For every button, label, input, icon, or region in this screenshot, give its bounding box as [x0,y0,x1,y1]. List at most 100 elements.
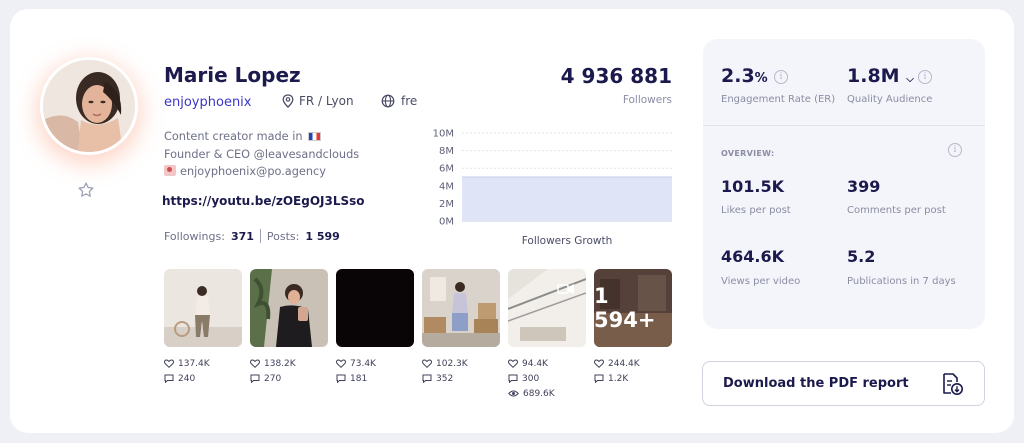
post-likes: 73.4K [336,356,414,371]
post-thumbnail[interactable] [336,269,414,347]
location-pin-icon [282,94,294,108]
quality-info-icon[interactable]: i [918,70,932,84]
metrics-panel: 2.3% i Engagement Rate (ER) 1.8M ⌵ i Qua… [703,39,985,329]
post-card[interactable]: 73.4K 181 [336,269,414,386]
comments-per-post-value: 399 [847,177,881,196]
quality-audience-label: Quality Audience [847,94,933,105]
y-tick-label: 8M [439,146,454,157]
divider [259,229,261,243]
post-card[interactable]: 137.4K 240 [164,269,242,386]
post-card[interactable]: 1 594+ 244.4K 1.2K [594,269,672,386]
publications-value: 5.2 [847,247,876,266]
post-comments-value: 300 [522,373,540,384]
post-thumbnail[interactable] [422,269,500,347]
post-likes-value: 137.4K [178,358,210,369]
followers-growth-chart: 10M 8M 6M 4M 2M 0M [433,129,672,228]
chevron-down-icon[interactable]: ⌵ [906,74,914,85]
post-card[interactable]: 94.4K 300 689.6K [508,269,586,401]
language: fre [381,94,417,108]
heart-icon [336,359,346,368]
y-tick-label: 10M [433,129,454,140]
er-info-icon[interactable]: i [774,70,788,84]
post-thumbnail[interactable] [250,269,328,347]
bio: Content creator made in Founder & CEO @l… [164,128,359,181]
heart-icon [594,359,604,368]
post-views-value: 689.6K [523,388,555,399]
comment-icon [164,374,174,383]
bio-line-1: Content creator made in [164,130,303,143]
bio-line-2: Founder & CEO @leavesandclouds [164,147,360,161]
engagement-rate-label: Engagement Rate (ER) [721,94,836,105]
download-label: Download the PDF report [723,376,909,391]
bio-line-3: enjoyphoenix@po.agency [180,165,326,178]
mailbox-icon [164,165,176,176]
eye-icon [508,390,519,397]
post-comments-value: 352 [436,373,454,384]
post-thumbnail[interactable] [508,269,586,347]
more-posts-overlay[interactable]: 1 594+ [594,269,672,347]
heart-icon [422,359,432,368]
download-pdf-button[interactable]: Download the PDF report [702,361,985,406]
profile-handle[interactable]: enjoyphoenix [164,95,251,110]
post-likes: 94.4K [508,356,586,371]
post-comments: 352 [422,371,500,386]
favorite-star-icon[interactable] [77,181,95,199]
post-comments-value: 270 [264,373,282,384]
avatar[interactable] [40,57,138,155]
likes-per-post-label: Likes per post [721,205,791,216]
location: FR / Lyon [282,94,354,108]
comments-per-post-label: Comments per post [847,205,946,216]
post-likes-value: 244.4K [608,358,640,369]
post-comments-value: 240 [178,373,196,384]
followers-area [462,177,672,221]
post-comments-value: 181 [350,373,368,384]
overview-info-icon[interactable]: i [948,143,962,157]
post-likes: 137.4K [164,356,242,371]
france-flag-icon [308,132,322,141]
posts-label: Posts: [266,229,300,243]
posts-count: 1 599 [305,229,340,243]
post-likes-value: 73.4K [350,358,376,369]
chart-title: Followers Growth [521,235,613,247]
post-comments: 270 [250,371,328,386]
profile-link[interactable]: https://youtu.be/zOEgOJ3LSso [162,194,365,208]
post-card[interactable]: 138.2K 270 [250,269,328,386]
post-likes: 244.4K [594,356,672,371]
heart-icon [508,359,518,368]
globe-icon [381,94,395,108]
y-tick-label: 2M [439,199,454,210]
comment-icon [250,374,260,383]
language-text: fre [401,94,418,108]
y-tick-label: 6M [439,164,454,175]
publications-label: Publications in 7 days [847,276,956,287]
views-per-video-value: 464.6K [721,247,785,266]
post-likes-value: 138.2K [264,358,296,369]
engagement-rate-value: 2.3% [721,65,768,87]
post-card[interactable]: 102.3K 352 [422,269,500,386]
comment-icon [594,374,604,383]
followings-count: 371 [230,229,254,243]
post-thumbnail[interactable]: 1 594+ [594,269,672,347]
post-thumbnail[interactable] [164,269,242,347]
followers-label: Followers [622,94,672,106]
heart-icon [250,359,260,368]
post-likes: 138.2K [250,356,328,371]
post-likes-value: 102.3K [436,358,468,369]
heart-icon [164,359,174,368]
comment-icon [336,374,346,383]
comment-icon [508,374,518,383]
comment-icon [422,374,432,383]
y-tick-label: 4M [439,181,454,192]
post-views: 689.6K [508,386,586,401]
y-tick-label: 0M [439,217,454,228]
followers-count: 4 936 881 [560,64,672,88]
followings-label: Followings: [164,229,225,243]
post-comments: 1.2K [594,371,672,386]
post-comments: 240 [164,371,242,386]
overview-title: OVERVIEW: [721,149,775,158]
profile-name: Marie Lopez [164,63,301,87]
post-likes-value: 94.4K [522,358,548,369]
follow-stats: Followings: 371 Posts: 1 599 [164,229,340,243]
quality-audience-value[interactable]: 1.8M ⌵ [847,65,914,87]
post-likes: 102.3K [422,356,500,371]
